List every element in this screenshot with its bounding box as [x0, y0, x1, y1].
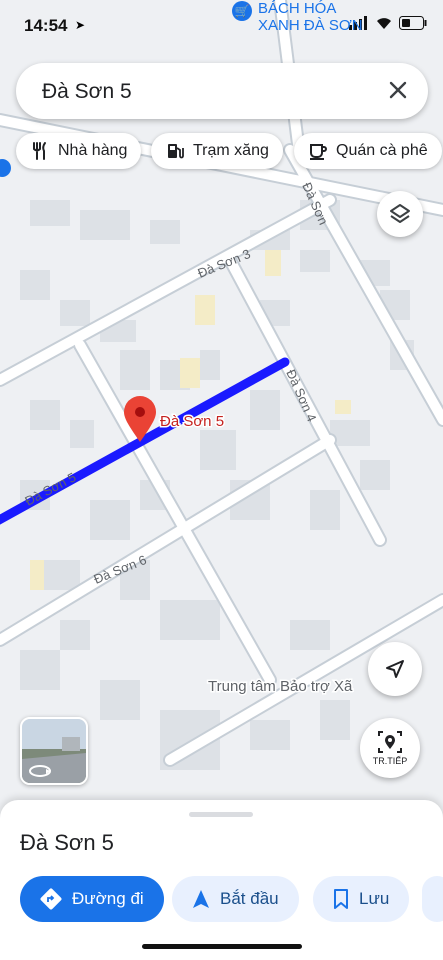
layers-button[interactable] [377, 191, 423, 237]
street-view-thumbnail[interactable] [20, 717, 88, 785]
category-chips: Nhà hàng Trạm xăng Quán cà phê [0, 133, 443, 171]
save-label: Lưu [359, 889, 390, 908]
coffee-cup-icon [310, 144, 327, 160]
wifi-icon [377, 18, 391, 29]
poi-line1: BÁCH HÓA [258, 0, 337, 17]
sheet-handle[interactable] [189, 812, 253, 817]
bookmark-icon [334, 889, 348, 909]
place-title: Đà Sơn 5 [20, 830, 114, 855]
chip-label: Nhà hàng [58, 142, 128, 159]
place-sheet[interactable]: Đà Sơn 5 Đường đi Bắt đầu Lưu [0, 800, 443, 960]
navigation-icon [193, 890, 209, 908]
shopping-cart-icon: 🛒 [232, 1, 252, 21]
poi-bach-hoa-xanh[interactable]: 🛒 BÁCH HÓA XANH ĐÀ SƠN [232, 0, 363, 34]
navigation-arrow-icon [386, 660, 404, 678]
chip-gas-stations[interactable]: Trạm xăng [151, 133, 283, 169]
chip-label: Trạm xăng [193, 142, 269, 159]
search-bar[interactable]: Đà Sơn 5 [16, 63, 428, 119]
close-icon[interactable] [386, 78, 410, 102]
location-focus-icon [378, 731, 402, 753]
chip-restaurants[interactable]: Nhà hàng [16, 133, 142, 169]
poi-line2: XANH ĐÀ SƠN [258, 17, 363, 34]
battery-icon [399, 16, 427, 30]
save-button[interactable]: Lưu [313, 876, 410, 922]
layers-icon [390, 204, 410, 223]
chip-label: Quán cà phê [336, 142, 428, 159]
fork-knife-icon [33, 142, 46, 160]
search-query[interactable]: Đà Sơn 5 [42, 80, 132, 104]
home-indicator [142, 944, 302, 949]
gas-station-icon [168, 144, 184, 159]
directions-button[interactable]: Đường đi [20, 876, 164, 922]
status-time: 14:54 [24, 16, 68, 35]
location-arrow-icon: ➤ [75, 18, 86, 32]
chip-coffee[interactable]: Quán cà phê [294, 133, 442, 169]
street-view-image [22, 719, 86, 783]
directions-icon [40, 888, 62, 910]
next-button[interactable]: TR.TIẾP [360, 718, 420, 778]
more-actions-button[interactable] [422, 876, 443, 922]
pin-label: Đà Sơn 5 [160, 413, 224, 430]
directions-label: Đường đi [72, 889, 144, 908]
start-label: Bắt đầu [220, 889, 279, 908]
start-button[interactable]: Bắt đầu [172, 876, 299, 922]
poi-label-trung-tam: Trung tâm Bảo trợ Xã [208, 678, 353, 695]
next-label: TR.TIẾP [372, 756, 408, 766]
status-bar: 14:54 ➤ [0, 0, 443, 50]
my-location-button[interactable] [368, 642, 422, 696]
